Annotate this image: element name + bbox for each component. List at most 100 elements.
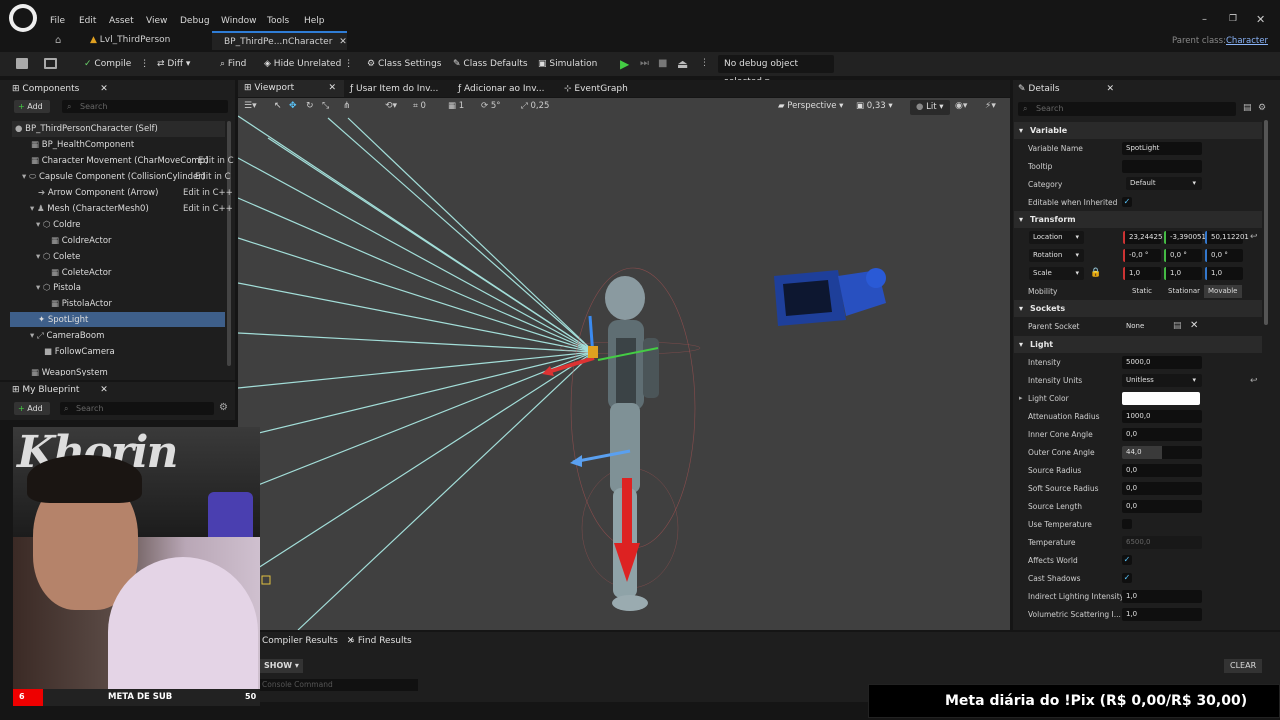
perspective-button[interactable]: ▰ Perspective ▾ — [778, 101, 843, 111]
debug-object-select[interactable]: No debug object selected ▾ — [718, 55, 834, 87]
home-icon[interactable]: ⌂ — [55, 35, 61, 46]
grid-snap[interactable]: ⌗ 0 — [413, 101, 426, 111]
find-button[interactable]: ⌕ Find — [220, 52, 246, 76]
light-color-swatch[interactable] — [1122, 392, 1200, 405]
mobility-stationary[interactable]: Stationar — [1168, 285, 1200, 298]
intensity-units-select[interactable]: Unitless ▾ — [1122, 374, 1202, 387]
show-flags-icon[interactable]: ◉▾ — [955, 101, 967, 111]
menu-window[interactable]: Window — [221, 16, 257, 26]
play-options-icon[interactable]: ⋮ — [700, 58, 709, 68]
details-tab[interactable]: ✎ Details ✕ — [1018, 84, 1114, 94]
compile-button[interactable]: ✓ Compile ⋮ — [84, 52, 149, 76]
rotation-snap[interactable]: ⟳ 5° — [481, 101, 501, 111]
edit-in-cpp-link[interactable]: Edit in C — [198, 156, 234, 166]
volumetric-scattering-input[interactable]: 1,0 — [1122, 608, 1202, 621]
section-sockets[interactable]: ▾ Sockets — [1014, 300, 1262, 317]
translate-icon[interactable]: ✥ — [289, 101, 297, 111]
tree-item-pistolaactor[interactable]: ▦ PistolaActor — [51, 296, 112, 312]
scale-snap[interactable]: ⤢ 0,25 — [521, 101, 549, 111]
class-settings-button[interactable]: ⚙ Class Settings — [367, 52, 441, 76]
attenuation-radius-input[interactable]: 1000,0 — [1122, 410, 1202, 423]
step-icon[interactable]: ⏭ — [640, 58, 649, 69]
location-z-input[interactable]: 50,112201 — [1205, 231, 1249, 244]
edit-in-cpp-link[interactable]: Edit in C++ — [183, 204, 233, 214]
camera-speed-button[interactable]: ▣ 0,33 ▾ — [856, 101, 893, 111]
tree-item-arrow[interactable]: ➔ Arrow Component (Arrow) — [38, 185, 158, 201]
tree-item-coleteactor[interactable]: ▦ ColeteActor — [51, 265, 111, 281]
rotate-icon[interactable]: ↻ — [306, 101, 314, 111]
diff-button[interactable]: ⇄ Diff ▾ — [157, 52, 190, 76]
close-myblueprint-icon[interactable]: ✕ — [100, 385, 108, 395]
reset-location-icon[interactable]: ↩ — [1250, 232, 1258, 242]
tab-viewport[interactable]: ⊞ Viewport ✕ — [238, 80, 344, 97]
close-window-icon[interactable]: ✕ — [1256, 13, 1265, 26]
close-tab-icon[interactable]: ✕ — [328, 80, 336, 97]
table-view-icon[interactable]: ▤ — [1243, 103, 1252, 113]
cast-shadows-checkbox[interactable]: ✓ — [1122, 573, 1132, 583]
menu-tools[interactable]: Tools — [267, 16, 289, 26]
editable-inherited-checkbox[interactable]: ✓ — [1122, 197, 1132, 207]
variable-name-input[interactable]: SpotLight — [1122, 142, 1202, 155]
reset-units-icon[interactable]: ↩ — [1250, 376, 1258, 386]
components-search-input[interactable]: ⌕ Search — [62, 100, 228, 113]
class-defaults-button[interactable]: ✎ Class Defaults — [453, 52, 528, 76]
rotation-select[interactable]: Rotation ▾ — [1029, 249, 1084, 262]
maximize-icon[interactable]: ❐ — [1229, 14, 1237, 24]
parent-socket-value[interactable]: None — [1122, 320, 1170, 333]
tab-eventgraph[interactable]: ⊹ EventGraph — [564, 84, 628, 94]
tab-level[interactable]: ▲ Lvl_ThirdPerson — [78, 31, 208, 50]
affects-world-checkbox[interactable]: ✓ — [1122, 555, 1132, 565]
menu-help[interactable]: Help — [304, 16, 325, 26]
tree-item-spotlight[interactable]: ✦ SpotLight — [38, 312, 88, 328]
tree-item-health[interactable]: ▦ BP_HealthComponent — [31, 137, 134, 153]
components-tab[interactable]: ⊞ Components ✕ — [12, 84, 108, 94]
realtime-icon[interactable]: ⚡▾ — [985, 101, 996, 111]
world-local-icon[interactable]: ⋔ — [343, 101, 351, 111]
tree-item-capsule[interactable]: ▾ ⬭ Capsule Component (CollisionCylinder… — [22, 169, 205, 185]
edit-in-cpp-link[interactable]: Edit in C++ — [183, 188, 233, 198]
viewport-options-icon[interactable]: ☰▾ — [244, 101, 257, 111]
menu-asset[interactable]: Asset — [109, 16, 134, 26]
grid-size[interactable]: ▦ 1 — [448, 101, 464, 111]
minimize-icon[interactable]: – — [1202, 14, 1207, 25]
location-select[interactable]: Location ▾ — [1029, 231, 1084, 244]
browse-icon[interactable] — [44, 58, 57, 69]
gear-icon[interactable]: ⚙ — [219, 402, 228, 413]
tree-item-charmove[interactable]: ▦ Character Movement (CharMoveComp) — [31, 153, 208, 169]
intensity-input[interactable]: 5000,0 — [1122, 356, 1202, 369]
mobility-movable[interactable]: Movable — [1204, 285, 1242, 298]
tab-compiler-results[interactable]: Compiler Results ✕ — [262, 636, 354, 646]
tree-item-self[interactable]: ● BP_ThirdPersonCharacter (Self) — [15, 121, 158, 137]
location-y-input[interactable]: -3,390051 — [1164, 231, 1206, 244]
close-tab-icon[interactable]: ✕ — [339, 37, 347, 47]
close-components-icon[interactable]: ✕ — [100, 84, 108, 94]
rotation-x-input[interactable]: -0,0 ° — [1123, 249, 1161, 262]
location-x-input[interactable]: 23,24425 — [1123, 231, 1162, 244]
scale-x-input[interactable]: 1,0 — [1123, 267, 1161, 280]
rotation-z-input[interactable]: 0,0 ° — [1205, 249, 1243, 262]
save-icon[interactable] — [16, 58, 28, 69]
tree-item-coldreactor[interactable]: ▦ ColdreActor — [51, 233, 112, 249]
clear-button[interactable]: CLEAR — [1224, 659, 1263, 673]
tab-adicionar[interactable]: ƒ Adicionar ao Inv... — [458, 84, 544, 94]
rotation-y-input[interactable]: 0,0 ° — [1164, 249, 1202, 262]
tab-blueprint[interactable]: BP_ThirdPe...nCharacter ✕ — [212, 31, 347, 50]
inner-cone-input[interactable]: 0,0 — [1122, 428, 1202, 441]
tab-usar-item[interactable]: ƒ Usar Item do Inv... — [350, 84, 438, 94]
expand-light-color-icon[interactable]: ▸ — [1019, 394, 1023, 402]
eject-icon[interactable]: ⏏ — [677, 57, 688, 71]
indirect-lighting-input[interactable]: 1,0 — [1122, 590, 1202, 603]
section-light[interactable]: ▾ Light — [1014, 336, 1262, 353]
select-mode-icon[interactable]: ↖ — [274, 101, 282, 111]
menu-debug[interactable]: Debug — [180, 16, 210, 26]
lit-button[interactable]: ● Lit ▾ — [910, 100, 950, 115]
section-variable[interactable]: ▾ Variable — [1014, 122, 1262, 139]
console-input[interactable]: Console Command — [258, 679, 418, 691]
soft-source-radius-input[interactable]: 0,0 — [1122, 482, 1202, 495]
scale-z-input[interactable]: 1,0 — [1205, 267, 1243, 280]
settings-gear-icon[interactable]: ⚙ — [1258, 103, 1266, 113]
tree-item-colete[interactable]: ▾ ⬡ Colete — [36, 249, 80, 265]
clear-socket-icon[interactable]: ✕ — [1190, 320, 1198, 331]
menu-edit[interactable]: Edit — [79, 16, 96, 26]
parent-class-link[interactable]: Character — [1226, 36, 1268, 46]
